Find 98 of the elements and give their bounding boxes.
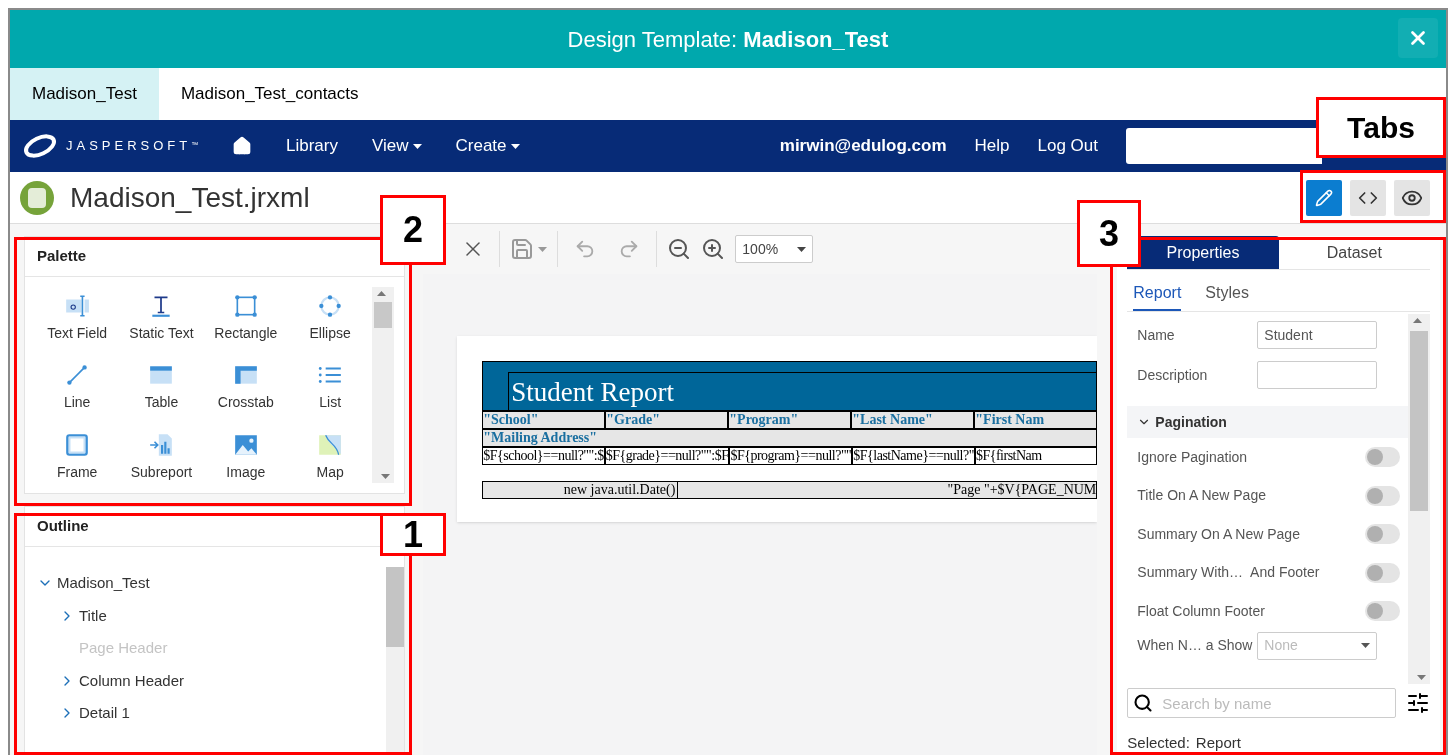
toggle-switch[interactable]	[1365, 524, 1400, 545]
pencil-icon	[1315, 188, 1333, 207]
scrollbar-thumb[interactable]	[1410, 331, 1428, 511]
nav-link[interactable]: Help	[974, 133, 1010, 159]
code-view-button[interactable]	[1350, 179, 1386, 216]
text-input[interactable]	[1257, 361, 1378, 389]
column-header-cell: "Mailing Address"	[482, 429, 1098, 447]
zoom-out-button[interactable]	[667, 237, 692, 261]
callout-label: 3	[1077, 200, 1141, 267]
search-field[interactable]: Search by name	[1127, 688, 1396, 718]
property-label: Summary With… And Footer	[1137, 563, 1320, 583]
column-header-cell: "First Nam	[974, 411, 1098, 429]
callout-label: 1	[380, 513, 446, 556]
field-cell: $F{lastName}==null?"	[852, 447, 975, 465]
property-label: When N… a Show	[1137, 636, 1254, 655]
nav-link[interactable]: Log Out	[1037, 133, 1098, 159]
column-header-cell: "Grade"	[605, 411, 729, 429]
zoom-in-button[interactable]	[701, 237, 726, 261]
caret-icon	[1361, 643, 1371, 648]
palette-item[interactable]: Text Field	[35, 293, 120, 345]
save-button[interactable]	[510, 237, 548, 261]
palette-item[interactable]: Line	[35, 362, 120, 414]
property-label: Description	[1137, 365, 1209, 385]
file-name: Madison_Test.jrxml	[70, 180, 310, 215]
textfield-icon	[64, 293, 91, 319]
home-icon[interactable]	[232, 136, 252, 156]
preview-view-button[interactable]	[1394, 179, 1430, 216]
field-cell: $F{firstNam	[974, 447, 1098, 465]
section-header[interactable]: Pagination	[1127, 406, 1408, 438]
palette-item[interactable]: Crosstab	[203, 362, 288, 414]
report-file-icon	[20, 180, 54, 215]
column-header-cell: "School"	[482, 411, 606, 429]
document-tab[interactable]: Madison_Test	[10, 68, 159, 120]
field-cell: $F{grade}==null?"":$F	[604, 447, 730, 465]
nav-menu-item[interactable]: View	[371, 133, 422, 159]
palette-item[interactable]: Table	[119, 362, 204, 414]
frame-icon	[64, 431, 91, 458]
nav-menu-item[interactable]: Create	[455, 133, 520, 159]
sub-tab[interactable]: Styles	[1205, 281, 1249, 311]
palette-item[interactable]: Static Text	[119, 293, 204, 345]
caret-icon	[510, 143, 520, 149]
toggle-switch[interactable]	[1365, 485, 1400, 506]
palette-item[interactable]: Frame	[35, 431, 120, 483]
property-label: Ignore Pagination	[1137, 447, 1248, 467]
caret-icon	[538, 246, 548, 252]
window-title: Design Template: Madison_Test	[567, 25, 889, 54]
caret-icon	[380, 474, 390, 479]
outline-item[interactable]: Title	[79, 604, 107, 627]
outline-item[interactable]: Detail 1	[79, 702, 130, 725]
text-input[interactable]: Student	[1257, 321, 1378, 349]
palette-item[interactable]: List	[288, 362, 373, 414]
toggle-switch[interactable]	[1365, 601, 1400, 622]
zoom-select[interactable]: 100%	[735, 235, 814, 263]
save-icon	[510, 237, 535, 261]
search-icon	[1133, 693, 1154, 713]
property-label: Title On A New Page	[1137, 486, 1266, 506]
callout-label: 2	[380, 195, 446, 265]
scrollbar-thumb[interactable]	[374, 302, 393, 328]
rectangle-icon	[232, 293, 259, 319]
column-header-cell: "Program"	[728, 411, 852, 429]
user-email: mirwin@edulog.com	[779, 135, 947, 158]
field-cell: $F{school}==null?"":$	[482, 447, 605, 465]
palette-item[interactable]: Map	[288, 431, 373, 483]
outline-item[interactable]: Column Header	[79, 669, 185, 692]
selected-label: Selected:	[1127, 733, 1190, 753]
brand-logo-text: JASPERSOFT$^{™}$	[66, 137, 199, 156]
panel-tab[interactable]: Dataset	[1278, 236, 1430, 269]
toggle-switch[interactable]	[1365, 562, 1400, 583]
palette-item[interactable]: Image	[203, 431, 288, 483]
sub-tab[interactable]: Report	[1133, 281, 1182, 311]
property-label: Name	[1137, 325, 1176, 345]
scrollbar-thumb[interactable]	[386, 567, 405, 647]
caret-icon	[1412, 318, 1422, 323]
filter-settings-icon[interactable]	[1406, 691, 1430, 715]
subreport-icon	[148, 431, 175, 458]
outline-item[interactable]: Madison_Test	[57, 572, 150, 595]
caret-icon	[412, 143, 422, 149]
search-field[interactable]	[1126, 128, 1322, 164]
scrollbar[interactable]	[386, 567, 405, 754]
property-label: Float Column Footer	[1137, 601, 1265, 621]
scrollbar[interactable]	[1408, 314, 1430, 684]
caret-icon	[376, 291, 386, 296]
toggle-switch[interactable]	[1365, 447, 1400, 468]
logo-icon	[22, 133, 58, 159]
column-header-cell: "Last Name"	[851, 411, 975, 429]
field-cell: $F{program}==null?""	[729, 447, 853, 465]
property-label: Summary On A New Page	[1137, 524, 1300, 544]
scrollbar[interactable]	[372, 287, 395, 483]
ellipse-icon	[317, 293, 344, 319]
caret-icon	[797, 246, 807, 252]
palette-item[interactable]: Rectangle	[203, 293, 288, 345]
selected-value: Report	[1195, 733, 1241, 753]
callout-label: Tabs	[1316, 97, 1446, 158]
palette-item[interactable]: Subreport	[119, 431, 204, 483]
edit-view-button[interactable]	[1306, 179, 1342, 216]
nav-menu-item[interactable]: Library	[286, 133, 338, 159]
palette-item[interactable]: Ellipse	[288, 293, 373, 345]
caret-icon	[1416, 675, 1426, 680]
